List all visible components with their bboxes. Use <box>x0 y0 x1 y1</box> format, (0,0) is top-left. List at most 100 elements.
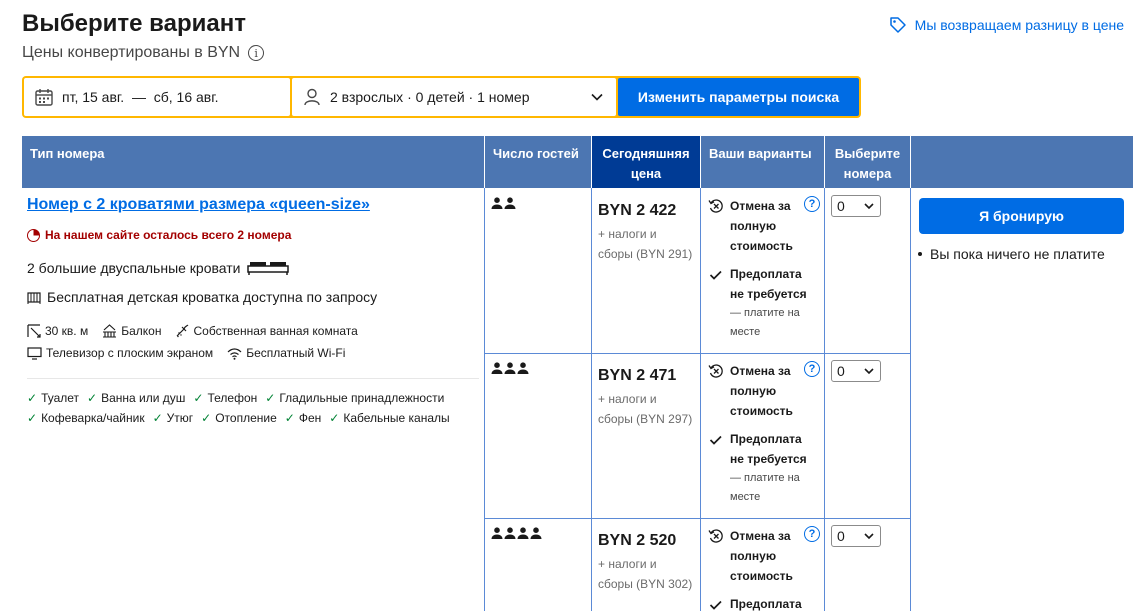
prepayment-line: не требуется <box>730 287 807 301</box>
amenity-item: ✓ Телефон <box>193 391 257 405</box>
column-divider <box>484 188 485 611</box>
occupancy-3 <box>491 362 529 374</box>
reserve-button[interactable]: Я бронирую <box>919 198 1124 234</box>
prepayment-text: Предоплата не требуется — платите на мес… <box>730 264 808 342</box>
help-icon[interactable]: ? <box>804 361 820 377</box>
cancellation-line: стоимость <box>730 569 793 583</box>
check-icon: ✓ <box>201 411 212 425</box>
help-icon[interactable]: ? <box>804 196 820 212</box>
occupancy-2 <box>491 197 516 209</box>
cancellation-policy: Отмена за полную стоимость ? <box>708 526 833 586</box>
crib-info: Бесплатная детская кроватка доступна по … <box>27 289 377 305</box>
chevron-down-icon <box>864 203 874 210</box>
prepayment-policy: Предоплата <box>708 594 833 611</box>
room-quantity-value: 0 <box>837 363 845 379</box>
price-amount: BYN 2 471 <box>598 367 677 384</box>
amenity-label: Гладильные принадлежности <box>279 391 445 405</box>
rate-price: BYN 2 520 + налоги и сборы (BYN 302) <box>598 532 700 594</box>
header-guests: Число гостей <box>485 136 591 188</box>
prepayment-subline: месте <box>730 491 761 503</box>
header-today-price-line2: цена <box>630 166 662 181</box>
taxes-line: сборы (BYN 302) <box>598 577 693 591</box>
cancellation-text: Отмена за полную стоимость <box>730 196 808 256</box>
bed-info-text: 2 большие двуспальные кровати <box>27 260 241 276</box>
chevron-down-icon <box>591 93 603 101</box>
rate-price: BYN 2 422 + налоги и сборы (BYN 291) <box>598 202 700 264</box>
currency-note-text: Цены конвертированы в BYN <box>22 44 241 61</box>
amenity-label: Фен <box>298 411 322 425</box>
amenity-item: ✓ Фен <box>285 411 322 425</box>
change-search-button[interactable]: Изменить параметры поиска <box>618 78 859 116</box>
info-icon[interactable]: i <box>248 45 265 61</box>
facility-bathroom: Собственная ванная комната <box>175 324 358 338</box>
price-match-label: Мы возвращаем разницу в цене <box>914 17 1124 33</box>
room-facilities: 30 кв. м Балкон Собственная ванная комна… <box>27 324 477 360</box>
amenity-label: Отопление <box>215 411 277 425</box>
person-icon <box>491 197 503 209</box>
header-today-price: Сегодняшняя цена <box>592 136 700 188</box>
header-options: Ваши варианты <box>701 136 824 188</box>
price-taxes: + налоги и сборы (BYN 302) <box>598 554 700 594</box>
bed-info: 2 большие двуспальные кровати <box>27 260 289 276</box>
row-divider <box>484 353 911 354</box>
check-icon: ✓ <box>284 411 295 425</box>
rate-conditions: Отмена за полную стоимость ? Предоплата … <box>708 196 833 342</box>
facility-area: 30 кв. м <box>27 324 88 338</box>
prepayment-subline: — платите на <box>730 472 800 484</box>
cancellation-line: Отмена за <box>730 529 791 543</box>
rate-price: BYN 2 471 + налоги и сборы (BYN 297) <box>598 367 700 429</box>
cancellation-text: Отмена за полную стоимость <box>730 361 808 421</box>
prepayment-line: Предоплата <box>730 597 802 611</box>
price-match-link[interactable]: Мы возвращаем разницу в цене <box>889 16 1124 34</box>
scarcity-text: На нашем сайте осталось всего 2 номера <box>45 228 292 242</box>
prepayment-text: Предоплата не требуется — платите на мес… <box>730 429 808 507</box>
amenity-label: Кабельные каналы <box>343 411 450 425</box>
amenity-label: Ванна или душ <box>101 391 186 405</box>
cancellation-line: полную <box>730 219 777 233</box>
cancel-icon <box>708 529 723 543</box>
taxes-line: + налоги и <box>598 392 657 406</box>
rate-conditions: Отмена за полную стоимость ? Предоплата <box>708 526 833 611</box>
header-select-line1: Выберите <box>834 146 901 161</box>
chevron-down-icon <box>864 368 874 375</box>
taxes-line: + налоги и <box>598 227 657 241</box>
check-icon: ✓ <box>87 391 98 405</box>
crib-icon <box>27 292 41 304</box>
check-icon: ✓ <box>152 411 163 425</box>
guests-field[interactable]: 2 взрослых · 0 детей · 1 номер <box>292 78 616 116</box>
room-quantity-select[interactable]: 0 <box>831 195 881 217</box>
cancellation-line: полную <box>730 384 777 398</box>
tv-icon <box>27 346 42 360</box>
guests-value: 2 взрослых · 0 детей · 1 номер <box>330 89 530 105</box>
amenity-label: Туалет <box>41 391 80 405</box>
amenity-item: ✓ Отопление <box>201 411 277 425</box>
room-quantity-select[interactable]: 0 <box>831 525 881 547</box>
prepayment-subline: месте <box>730 326 761 338</box>
person-icon <box>504 527 516 539</box>
room-name-link[interactable]: Номер с 2 кроватями размера «queen-size» <box>27 196 370 214</box>
header-booking <box>911 136 1133 188</box>
dates-value: пт, 15 авг. — сб, 16 авг. <box>62 89 219 105</box>
facility-tv-label: Телевизор с плоским экраном <box>46 346 214 360</box>
room-quantity-select[interactable]: 0 <box>831 360 881 382</box>
amenity-item: ✓ Гладильные принадлежности <box>265 391 444 405</box>
header-room-type: Тип номера <box>22 136 484 188</box>
amenity-item: ✓ Утюг <box>153 411 194 425</box>
amenity-item: ✓ Кабельные каналы <box>329 411 449 425</box>
cancel-icon <box>708 199 723 213</box>
person-icon <box>517 527 529 539</box>
wifi-icon <box>227 347 242 360</box>
balcony-icon <box>103 324 117 338</box>
dates-field[interactable]: пт, 15 авг. — сб, 16 авг. <box>24 78 290 116</box>
prepayment-line: Предоплата <box>730 432 802 446</box>
amenity-label: Телефон <box>207 391 258 405</box>
column-divider <box>591 188 592 611</box>
amenity-item: ✓ Туалет <box>27 391 79 405</box>
chevron-down-icon <box>864 533 874 540</box>
check-icon <box>709 435 722 445</box>
cancellation-line: Отмена за <box>730 364 791 378</box>
divider <box>27 378 479 379</box>
help-icon[interactable]: ? <box>804 526 820 542</box>
check-icon: ✓ <box>27 391 38 405</box>
no-payment-text: Вы пока ничего не платите <box>930 246 1105 262</box>
